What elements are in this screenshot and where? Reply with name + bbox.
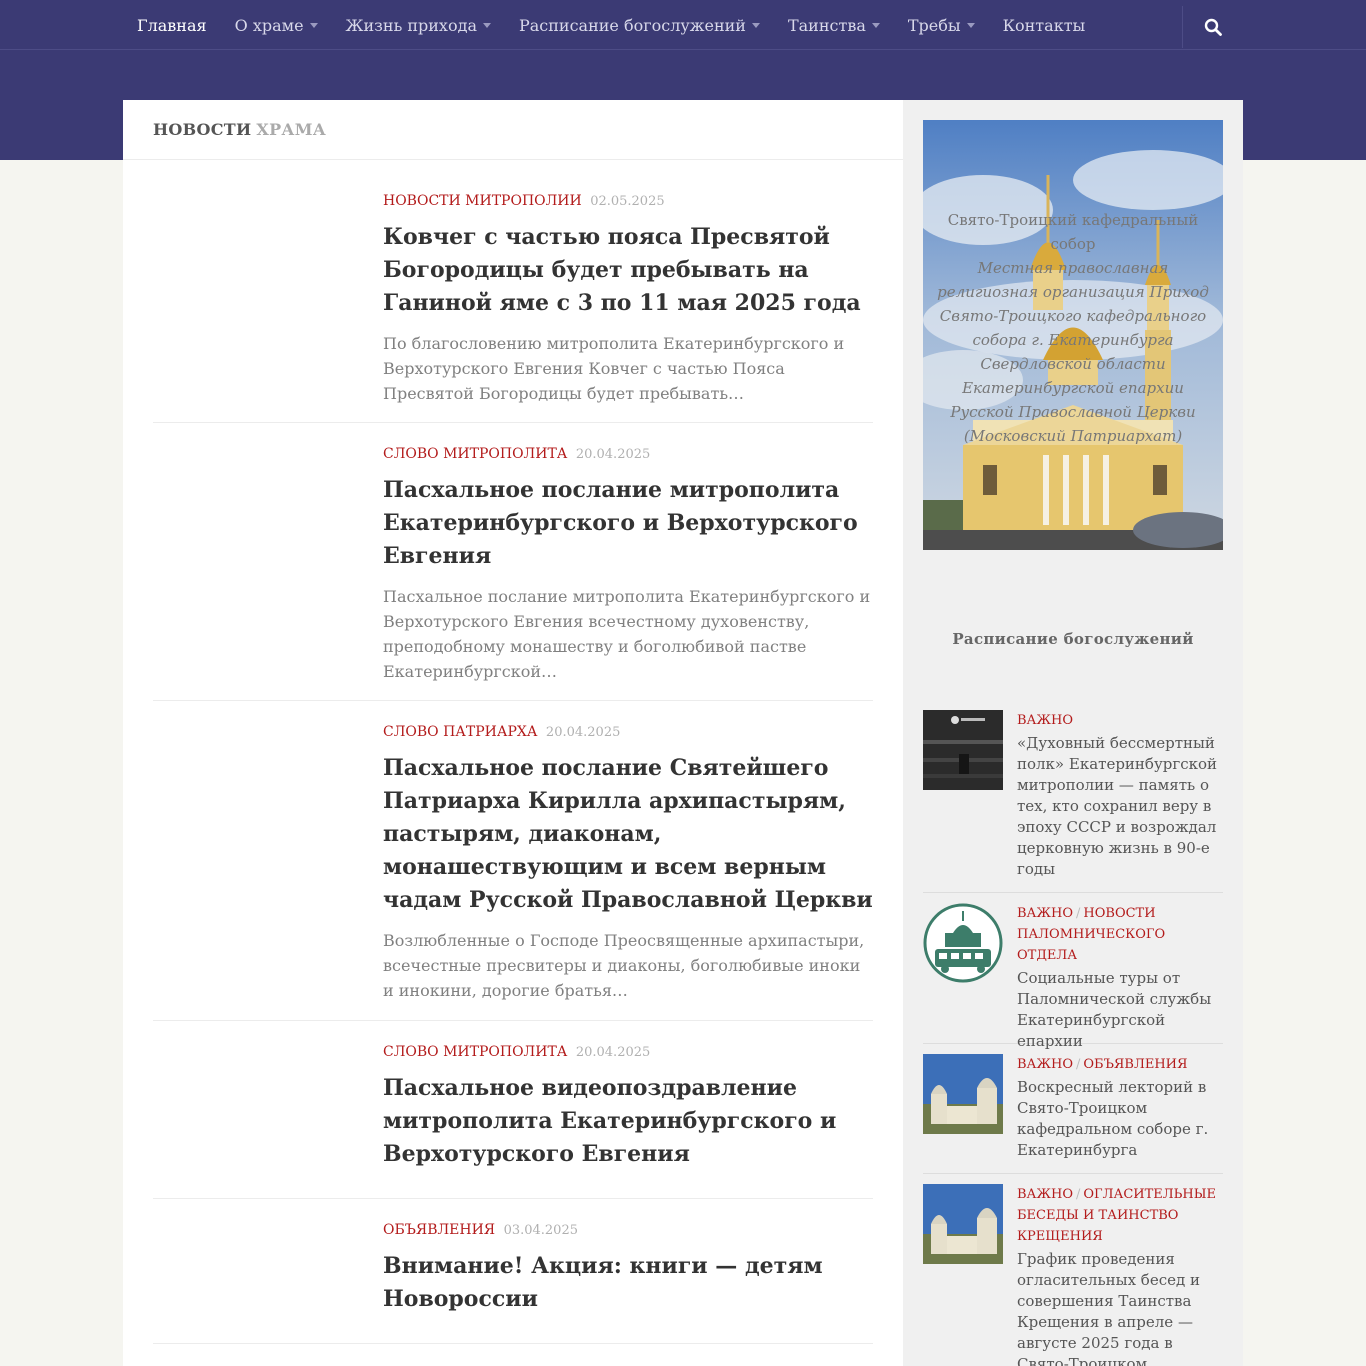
nav-menu: Главная О храме Жизнь прихода Расписание бо… xyxy=(123,0,1099,50)
chevron-down-icon xyxy=(751,22,760,28)
post-thumbnail[interactable] xyxy=(923,1184,1003,1264)
post-date: 20.04.2025 xyxy=(545,725,621,740)
sidebar-post: ВАЖНО / ОГЛАСИТЕЛЬНЫЕ БЕСЕДЫ И ТАИНСТВО КР… xyxy=(923,1184,1223,1366)
sidebar: Свято-Троицкий кафедральный собор Местна… xyxy=(903,100,1243,1366)
chevron-down-icon xyxy=(871,22,880,28)
main-navigation: Главная О храме Жизнь прихода Расписание бо… xyxy=(0,0,1366,50)
nav-item[interactable]: Главная xyxy=(123,0,221,50)
post-category-link[interactable]: СЛОВО ПАТРИАРХА xyxy=(383,724,537,740)
nav-item-label: Жизнь прихода xyxy=(345,15,477,35)
nav-item-label: О храме xyxy=(234,15,304,35)
post-item: СЛОВО МИТРОПОЛИТА 20.04.2025 Пасхальное … xyxy=(153,423,873,701)
cathedral-photo-thumb xyxy=(923,1054,1003,1134)
nav-item[interactable]: Расписание богослужений xyxy=(505,0,774,50)
nav-item[interactable]: Таинства xyxy=(774,0,894,50)
hero-title: Свято-Троицкий кафедральный собор xyxy=(947,211,1199,253)
sidebar-post-title-link[interactable]: «Духовный бессмертный полк» Екатеринбург… xyxy=(1017,733,1223,880)
post-thumbnail[interactable] xyxy=(923,710,1003,790)
cathedral-photo-thumb xyxy=(923,1184,1003,1264)
search-button[interactable] xyxy=(1182,6,1242,48)
post-category-link[interactable]: ОБЪЯВЛЕНИЯ xyxy=(383,1222,495,1238)
page-title-part1: НОВОСТИ xyxy=(153,120,252,139)
chevron-down-icon xyxy=(482,22,491,28)
post-item: ОБЪЯВЛЕНИЯ 03.04.2025 Внимание! Акция: к… xyxy=(153,1199,873,1344)
sidebar-post-title-link[interactable]: Социальные туры от Паломнической службы … xyxy=(1017,968,1223,1052)
nav-item[interactable]: Жизнь прихода xyxy=(332,0,505,50)
page-title: НОВОСТИ ХРАМА xyxy=(123,100,903,160)
cathedral-hero-image: Свято-Троицкий кафедральный собор Местна… xyxy=(923,120,1223,550)
nav-item[interactable]: Требы xyxy=(894,0,989,50)
nav-item-label: Требы xyxy=(907,15,961,35)
category-link[interactable]: ВАЖНО xyxy=(1017,906,1073,921)
sidebar-post-categories: ВАЖНО xyxy=(1017,710,1223,731)
sidebar-post-title-link[interactable]: График проведения огласительных бесед и … xyxy=(1017,1249,1223,1366)
category-link[interactable]: ВАЖНО xyxy=(1017,1057,1073,1072)
post-item: СЛОВО МИТРОПОЛИТА 20.04.2025 Пасхальное … xyxy=(153,1021,873,1199)
sidebar-post-categories: ВАЖНО / ОГЛАСИТЕЛЬНЫЕ БЕСЕДЫ И ТАИНСТВО КР… xyxy=(1017,1184,1223,1247)
category-separator: / xyxy=(1076,1057,1081,1072)
post-category-link[interactable]: НОВОСТИ МИТРОПОЛИИ xyxy=(383,193,582,209)
nav-item-label: Контакты xyxy=(1002,15,1086,35)
post-date: 20.04.2025 xyxy=(575,1045,651,1060)
post-item: НОВОСТИ МИТРОПОЛИИ 02.05.2025 Ковчег с ч… xyxy=(153,160,873,423)
post-date: 20.04.2025 xyxy=(575,447,651,462)
hero-description: Местная православная религиозная организ… xyxy=(937,259,1209,445)
post-category-link[interactable]: СЛОВО МИТРОПОЛИТА xyxy=(383,446,567,462)
category-link[interactable]: ОБЪЯВЛЕНИЯ xyxy=(1083,1057,1187,1072)
post-excerpt: Пасхальное послание митрополита Екатерин… xyxy=(383,587,871,681)
post-title-link[interactable]: Внимание! Акция: книги — детям Новоросси… xyxy=(383,1250,873,1316)
post-thumbnail[interactable] xyxy=(923,1054,1003,1134)
post-date: 02.05.2025 xyxy=(590,194,665,209)
chevron-down-icon xyxy=(966,22,975,28)
nav-item-label: Расписание богослужений xyxy=(518,15,746,35)
schedule-heading: Расписание богослужений xyxy=(952,630,1194,648)
nav-item-label: Главная xyxy=(137,15,207,35)
sidebar-post-categories: ВАЖНО / НОВОСТИ ПАЛОМНИЧЕСКОГО ОТДЕЛА xyxy=(1017,903,1223,966)
dark-photo-thumb xyxy=(923,710,1003,790)
post-thumbnail[interactable] xyxy=(923,903,1003,983)
nav-item-label: Таинства xyxy=(787,15,866,35)
news-column: НОВОСТИ ХРАМА НОВОСТИ МИТРОПОЛИИ 02.05.2… xyxy=(123,100,903,1366)
category-separator: / xyxy=(1076,906,1081,921)
post-title-link[interactable]: Ковчег с частью пояса Пресвятой Богороди… xyxy=(383,221,873,320)
post-title-link[interactable]: Пасхальное видеопоздравление митрополита… xyxy=(383,1072,873,1171)
pilgrim-logo-thumb xyxy=(923,903,1003,983)
post-excerpt: Возлюбленные о Господе Преосвященные арх… xyxy=(383,931,865,1000)
post-item: СЛОВО ПАТРИАРХА 20.04.2025 Пасхальное по… xyxy=(153,701,873,1021)
nav-item[interactable]: Контакты xyxy=(989,0,1100,50)
chevron-down-icon xyxy=(309,22,318,28)
post-excerpt: По благословению митрополита Екатеринбур… xyxy=(383,334,845,403)
sidebar-post-categories: ВАЖНО / ОБЪЯВЛЕНИЯ xyxy=(1017,1054,1223,1075)
sidebar-post-title-link[interactable]: Воскресный лекторий в Свято-Троицком каф… xyxy=(1017,1077,1223,1161)
sidebar-post: ВАЖНО / ОБЪЯВЛЕНИЯ Воскресный лекторий в С… xyxy=(923,1054,1223,1174)
page-title-part2: ХРАМА xyxy=(256,120,327,139)
post-title-link[interactable]: Пасхальное послание митрополита Екатерин… xyxy=(383,474,873,573)
category-link[interactable]: ВАЖНО xyxy=(1017,1187,1073,1202)
category-separator: / xyxy=(1076,1187,1081,1202)
post-date: 03.04.2025 xyxy=(503,1223,578,1238)
search-icon xyxy=(1204,18,1222,36)
category-link[interactable]: ВАЖНО xyxy=(1017,713,1073,728)
nav-item[interactable]: О храме xyxy=(221,0,332,50)
post-title-link[interactable]: Пасхальное послание Святейшего Патриарха… xyxy=(383,752,873,917)
sidebar-post: ВАЖНО «Духовный бессмертный полк» Екатер… xyxy=(923,710,1223,893)
sidebar-post: ВАЖНО / НОВОСТИ ПАЛОМНИЧЕСКОГО ОТДЕЛА Соци… xyxy=(923,903,1223,1050)
post-category-link[interactable]: СЛОВО МИТРОПОЛИТА xyxy=(383,1044,567,1060)
